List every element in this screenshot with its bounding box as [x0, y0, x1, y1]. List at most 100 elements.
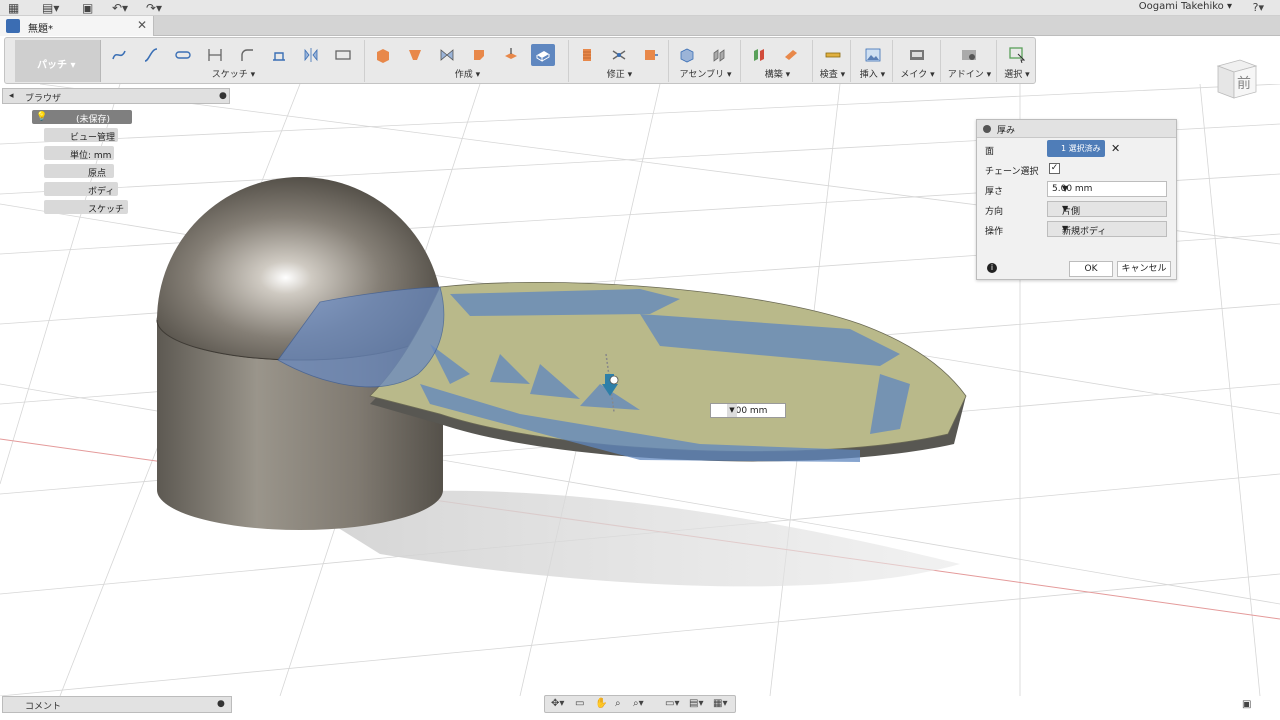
joint-icon[interactable]: [707, 44, 731, 66]
plane-at-angle-icon[interactable]: [779, 44, 803, 66]
group-label-insert[interactable]: 挿入 ▾: [853, 67, 892, 80]
curve-icon[interactable]: [139, 44, 163, 66]
group-label-make[interactable]: メイク ▾: [895, 67, 940, 80]
workspace-switcher[interactable]: パッチ ▾: [15, 40, 101, 82]
group-label-assemble[interactable]: アセンブリ ▾: [671, 67, 740, 80]
patch-icon[interactable]: [499, 44, 523, 66]
collapse-icon[interactable]: [983, 125, 991, 133]
extend-icon[interactable]: [639, 44, 663, 66]
display-settings-icon[interactable]: ▭▾: [665, 698, 679, 709]
direction-select[interactable]: 片側 ▼: [1047, 201, 1167, 217]
grid-settings-icon[interactable]: ▤▾: [689, 698, 703, 709]
pan-icon[interactable]: ✋: [595, 698, 607, 709]
cancel-button[interactable]: キャンセル: [1117, 261, 1171, 277]
browser-header[interactable]: ◂ ブラウザ ●: [2, 88, 230, 104]
thicken-icon[interactable]: [531, 44, 555, 66]
collapse-icon[interactable]: ◂: [9, 91, 14, 101]
browser-item-sketches[interactable]: スケッチ: [44, 200, 128, 215]
browser-panel: ◂ ブラウザ ● 💡 (未保存) ビュー管理 単位: mm 原点 ボディ スケッ…: [0, 88, 232, 218]
view-cube[interactable]: 前: [1210, 52, 1260, 102]
comments-panel[interactable]: コメント ●: [2, 696, 232, 713]
group-label-modify[interactable]: 修正 ▾: [571, 67, 668, 80]
dropdown-icon[interactable]: ▼: [1062, 204, 1163, 213]
chain-checkbox[interactable]: ✓: [1049, 163, 1060, 174]
new-component-icon[interactable]: [675, 44, 699, 66]
measure-icon[interactable]: [821, 44, 845, 66]
dimension-icon[interactable]: [203, 44, 227, 66]
ribbon-toolbar: パッチ ▾ スケッチ ▾ 作成 ▾ 修正 ▾ アセンブリ ▾ 構築 ▾ 検査 ▾…: [4, 37, 1036, 84]
file-icon[interactable]: ▤▾: [42, 1, 59, 15]
slot-icon[interactable]: [171, 44, 195, 66]
undo-icon[interactable]: ↶▾: [112, 1, 128, 15]
pin-icon[interactable]: ●: [219, 91, 227, 101]
dropdown-icon[interactable]: ▼: [727, 404, 737, 417]
orbit-icon[interactable]: ✥▾: [551, 698, 564, 709]
operation-select[interactable]: 新規ボディ ▼: [1047, 221, 1167, 237]
browser-item-bodies[interactable]: ボディ: [44, 182, 118, 197]
navigation-bar: ✥▾ ▭ ✋ ⌕ ⌕▾ ▭▾ ▤▾ ▦▾: [544, 695, 736, 713]
chain-label: チェーン選択: [985, 167, 1039, 177]
operation-label: 操作: [985, 227, 1004, 237]
ok-button[interactable]: OK: [1069, 261, 1113, 277]
document-tab[interactable]: 無題* ✕: [0, 16, 154, 36]
help-icon[interactable]: ?▾: [1253, 1, 1264, 14]
zoom-icon[interactable]: ⌕: [615, 698, 621, 709]
trim-icon[interactable]: [607, 44, 631, 66]
user-menu[interactable]: Oogami Takehiko ▾: [1139, 1, 1232, 12]
save-icon[interactable]: ▣: [82, 1, 93, 15]
offset-icon[interactable]: [267, 44, 291, 66]
direction-label: 方向: [985, 207, 1004, 217]
viewports-icon[interactable]: ▦▾: [713, 698, 727, 709]
browser-item-label: ボディ: [88, 187, 115, 197]
scripts-icon[interactable]: [957, 44, 981, 66]
dropdown-icon[interactable]: ▼: [1062, 184, 1163, 193]
loft-icon[interactable]: [467, 44, 491, 66]
thickness-value-box[interactable]: 5.00 mm ▼: [710, 403, 786, 418]
zoom-window-icon[interactable]: ⌕▾: [633, 698, 644, 709]
grid-menu-icon[interactable]: ▦: [8, 1, 19, 15]
thicken-dialog: 厚み 面 1 選択済み ✕ チェーン選択 ✓ 厚さ 5.00 mm ▼ 方向 片…: [976, 119, 1177, 280]
face-row: 面 1 選択済み ✕: [977, 140, 1178, 158]
browser-item-units[interactable]: 単位: mm: [44, 146, 114, 161]
rectangle-icon[interactable]: [331, 44, 355, 66]
browser-item-origin[interactable]: 原点: [44, 164, 114, 179]
panel-toggle-icon[interactable]: ▣: [1242, 699, 1251, 710]
group-label-select[interactable]: 選択 ▾: [999, 67, 1035, 80]
spline-icon[interactable]: [107, 44, 131, 66]
group-label-construct[interactable]: 構築 ▾: [743, 67, 812, 80]
sweep-icon[interactable]: [435, 44, 459, 66]
look-at-icon[interactable]: ▭: [575, 698, 584, 709]
chain-row: チェーン選択 ✓: [977, 160, 1178, 178]
mirror-sketch-icon[interactable]: [299, 44, 323, 66]
press-pull-icon[interactable]: [575, 44, 599, 66]
dialog-title: 厚み: [997, 126, 1016, 136]
fillet-sketch-icon[interactable]: [235, 44, 259, 66]
revolve-icon[interactable]: [403, 44, 427, 66]
close-icon[interactable]: ✕: [137, 18, 147, 32]
select-icon[interactable]: [1005, 44, 1029, 66]
face-label: 面: [985, 147, 995, 157]
redo-icon[interactable]: ↷▾: [146, 1, 162, 15]
group-label-create[interactable]: 作成 ▾: [367, 67, 568, 80]
group-label-addins[interactable]: アドイン ▾: [943, 67, 996, 80]
browser-item-label: スケッチ: [88, 205, 125, 215]
dropdown-icon[interactable]: ▼: [1062, 224, 1163, 233]
bulb-icon[interactable]: 💡: [36, 112, 47, 122]
browser-root-node[interactable]: 💡 (未保存): [32, 110, 132, 125]
comments-title: コメント: [25, 702, 62, 712]
toolbar-group-make: メイク ▾: [895, 40, 941, 82]
extrude-icon[interactable]: [371, 44, 395, 66]
clear-selection-icon[interactable]: ✕: [1111, 142, 1120, 155]
face-selection-chip[interactable]: 1 選択済み: [1047, 140, 1105, 157]
toolbar-group-insert: 挿入 ▾: [853, 40, 893, 82]
info-icon[interactable]: i: [987, 263, 997, 273]
insert-image-icon[interactable]: [861, 44, 885, 66]
group-label-sketch[interactable]: スケッチ ▾: [103, 67, 364, 80]
thickness-input[interactable]: 5.00 mm ▼: [1047, 181, 1167, 197]
browser-item-view[interactable]: ビュー管理: [44, 128, 118, 143]
3d-print-icon[interactable]: [905, 44, 929, 66]
dialog-header[interactable]: 厚み: [977, 120, 1176, 138]
offset-plane-icon[interactable]: [747, 44, 771, 66]
group-label-inspect[interactable]: 検査 ▾: [815, 67, 850, 80]
pin-icon[interactable]: ●: [217, 699, 225, 709]
